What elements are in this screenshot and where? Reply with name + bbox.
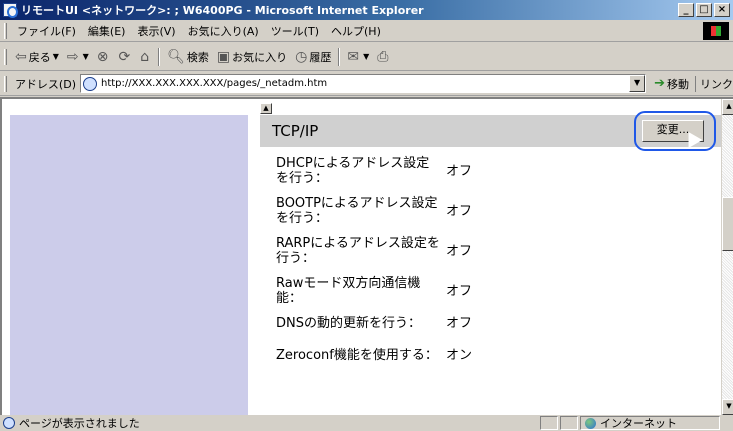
setting-row-dhcp: DHCPによるアドレス設定を行う： オフ bbox=[276, 151, 721, 191]
menu-file[interactable]: ファイル(F) bbox=[11, 23, 82, 39]
refresh-button[interactable]: ⟳ bbox=[115, 49, 137, 65]
setting-row-raw-mode: Rawモード双方向通信機能： オフ bbox=[276, 271, 721, 311]
left-navigation-pane bbox=[10, 115, 248, 415]
setting-label: DHCPによるアドレス設定を行う： bbox=[276, 156, 430, 186]
vertical-scrollbar[interactable]: ▲ ▼ bbox=[721, 99, 733, 415]
minimize-button[interactable]: _ bbox=[678, 3, 694, 17]
toolbar-separator bbox=[158, 47, 161, 66]
dropdown-arrow-icon: ▼ bbox=[363, 52, 370, 61]
menu-tools[interactable]: ツール(T) bbox=[265, 23, 325, 39]
go-arrow-icon: ➔ bbox=[654, 76, 665, 91]
setting-value: オフ bbox=[446, 243, 473, 259]
setting-row-dns-update: DNSの動的更新を行う： オフ bbox=[276, 311, 721, 335]
stop-button[interactable]: ⊗ bbox=[93, 49, 115, 65]
window-title: リモートUI <ネットワーク>: ; W6400PG - Microsoft I… bbox=[21, 4, 424, 17]
setting-label: DNSの動的更新を行う： bbox=[276, 315, 421, 331]
toolbar: ⇦ 戻る ▼ ⇨ ▼ ⊗ ⟳ ⌂ 🔍︎ 検索 ▣ お気に入り ◷ 履歴 ✉ ▼ … bbox=[0, 43, 733, 71]
search-label: 検索 bbox=[186, 50, 209, 64]
stop-icon: ⊗ bbox=[96, 48, 109, 65]
back-arrow-icon: ⇦ bbox=[15, 48, 27, 65]
menu-help[interactable]: ヘルプ(H) bbox=[325, 23, 387, 39]
menu-view[interactable]: 表示(V) bbox=[131, 23, 181, 39]
address-url: http://XXX.XXX.XXX.XXX/pages/_netadm.htm bbox=[101, 78, 328, 89]
setting-value: オフ bbox=[446, 315, 473, 331]
search-button[interactable]: 🔍︎ 検索 bbox=[163, 49, 213, 65]
favorites-label: お気に入り bbox=[232, 50, 288, 64]
tcpip-section: TCP/IP 変更... DHCPによるアドレス設定を行う： オフ BOOTPに… bbox=[260, 111, 722, 415]
setting-row-zeroconf: Zeroconf機能を使用する： オン bbox=[276, 335, 721, 375]
title-bar: リモートUI <ネットワーク>: ; W6400PG - Microsoft I… bbox=[0, 0, 733, 20]
dropdown-arrow-icon: ▼ bbox=[52, 52, 59, 61]
address-bar: アドレス(D) http://XXX.XXX.XXX.XXX/pages/_ne… bbox=[0, 72, 733, 96]
menu-favorites[interactable]: お気に入り(A) bbox=[182, 23, 265, 39]
address-grip bbox=[4, 75, 7, 92]
scroll-up-icon[interactable]: ▲ bbox=[722, 99, 733, 115]
favorites-button[interactable]: ▣ お気に入り bbox=[213, 49, 291, 65]
page-icon bbox=[83, 76, 97, 91]
back-label: 戻る bbox=[28, 50, 51, 64]
back-button[interactable]: ⇦ 戻る ▼ bbox=[11, 49, 63, 65]
status-cell bbox=[540, 416, 558, 430]
print-button[interactable]: ⎙ bbox=[373, 49, 394, 65]
menu-grip bbox=[4, 22, 7, 39]
forward-arrow-icon: ⇨ bbox=[66, 48, 79, 65]
setting-value: オフ bbox=[446, 163, 473, 179]
print-icon: ⎙ bbox=[377, 48, 389, 65]
settings-list: DHCPによるアドレス設定を行う： オフ BOOTPによるアドレス設定を行う： … bbox=[260, 147, 721, 375]
security-zone: インターネット bbox=[580, 416, 720, 430]
scroll-thumb[interactable] bbox=[722, 197, 733, 251]
section-header: TCP/IP 変更... bbox=[260, 111, 721, 151]
setting-label: Rawモード双方向通信機能： bbox=[276, 276, 421, 306]
setting-value: オフ bbox=[446, 203, 473, 219]
setting-label: RARPによるアドレス設定を行う： bbox=[276, 236, 440, 266]
dropdown-arrow-icon: ▼ bbox=[82, 52, 89, 61]
address-label: アドレス(D) bbox=[14, 77, 76, 91]
page-content: ▲ TCP/IP 変更... DHCPによるアドレス設定を行う： オフ BOOT… bbox=[0, 97, 733, 415]
toolbar-grip bbox=[4, 48, 7, 65]
mail-icon: ✉ bbox=[347, 48, 360, 65]
internet-zone-icon bbox=[585, 417, 596, 429]
toolbar-separator bbox=[338, 47, 341, 66]
go-button[interactable]: ➔ 移動 bbox=[654, 76, 689, 92]
address-dropdown-button[interactable]: ▼ bbox=[629, 75, 646, 92]
status-bar: ページが表示されました インターネット bbox=[0, 415, 733, 431]
address-input[interactable]: http://XXX.XXX.XXX.XXX/pages/_netadm.htm… bbox=[80, 74, 647, 93]
links-button[interactable]: リンク bbox=[695, 75, 733, 92]
status-message: ページが表示されました bbox=[0, 415, 540, 431]
history-icon: ◷ bbox=[295, 48, 308, 65]
close-button[interactable]: × bbox=[714, 3, 730, 17]
search-icon: 🔍︎ bbox=[167, 48, 185, 65]
page-loaded-icon bbox=[3, 417, 15, 429]
go-label: 移動 bbox=[667, 77, 689, 91]
maximize-button[interactable]: □ bbox=[696, 3, 712, 17]
ie-icon bbox=[3, 3, 18, 18]
setting-row-bootp: BOOTPによるアドレス設定を行う： オフ bbox=[276, 191, 721, 231]
mail-button[interactable]: ✉ ▼ bbox=[343, 49, 373, 65]
menu-edit[interactable]: 編集(E) bbox=[82, 23, 132, 39]
setting-value: オフ bbox=[446, 283, 473, 299]
frame-scroll-up-icon[interactable]: ▲ bbox=[260, 103, 272, 114]
status-cell bbox=[560, 416, 578, 430]
windows-logo-icon bbox=[703, 21, 729, 40]
scroll-down-icon[interactable]: ▼ bbox=[722, 399, 733, 415]
favorites-folder-icon: ▣ bbox=[216, 48, 231, 65]
section-title: TCP/IP bbox=[272, 122, 319, 140]
menu-bar: ファイル(F) 編集(E) 表示(V) お気に入り(A) ツール(T) ヘルプ(… bbox=[0, 20, 733, 42]
setting-label: BOOTPによるアドレス設定を行う： bbox=[276, 196, 438, 226]
history-button[interactable]: ◷ 履歴 bbox=[291, 49, 335, 65]
status-text: ページが表示されました bbox=[19, 417, 140, 430]
history-label: 履歴 bbox=[309, 50, 332, 64]
zone-label: インターネット bbox=[600, 417, 677, 430]
home-button[interactable]: ⌂ bbox=[136, 49, 155, 65]
home-icon: ⌂ bbox=[140, 48, 150, 65]
setting-row-rarp: RARPによるアドレス設定を行う： オフ bbox=[276, 231, 721, 271]
setting-label: Zeroconf機能を使用する： bbox=[276, 347, 438, 363]
refresh-icon: ⟳ bbox=[118, 48, 131, 65]
setting-value: オン bbox=[446, 347, 473, 363]
forward-button[interactable]: ⇨ ▼ bbox=[63, 49, 93, 65]
